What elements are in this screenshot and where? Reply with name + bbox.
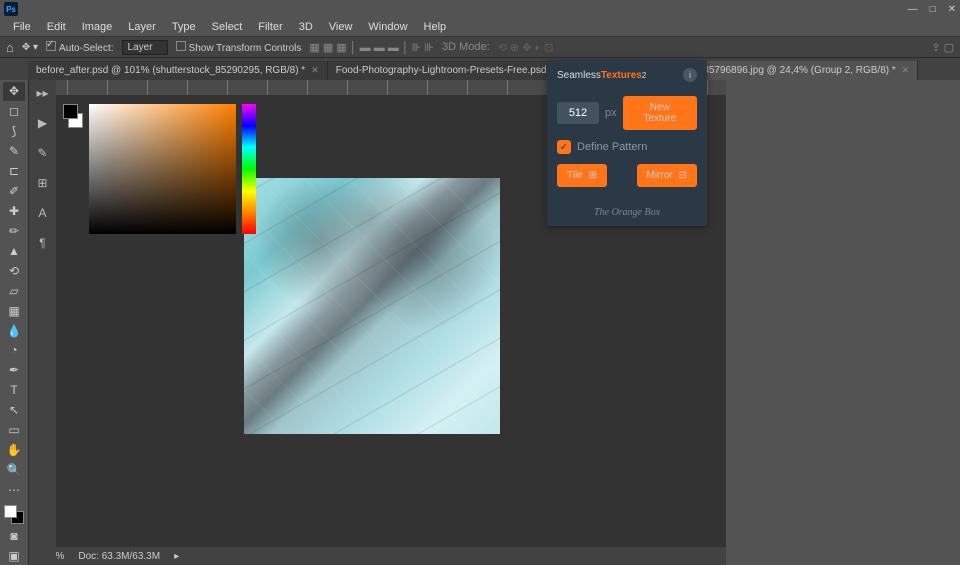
clone-panel-icon[interactable]: ⊞ bbox=[34, 174, 52, 192]
status-arrow-icon[interactable]: ▸ bbox=[174, 551, 179, 562]
size-input[interactable] bbox=[557, 102, 599, 124]
seamless-textures-panel[interactable]: SeamlessTextures2 i px New Texture ✓ Def… bbox=[547, 60, 707, 226]
tile-icon: ⊞ bbox=[589, 170, 597, 181]
3d-mode-label: 3D Mode: bbox=[442, 41, 490, 53]
tile-button[interactable]: Tile ⊞ bbox=[557, 164, 607, 187]
menu-layer[interactable]: Layer bbox=[121, 19, 163, 35]
menu-view[interactable]: View bbox=[322, 19, 360, 35]
history-brush-tool[interactable]: ⟲ bbox=[3, 261, 25, 280]
tab-label: before_after.psd @ 101% (shutterstock_85… bbox=[36, 65, 305, 76]
show-transform-checkbox[interactable] bbox=[176, 41, 186, 51]
plugin-version: 2 bbox=[642, 71, 646, 80]
marquee-tool[interactable]: ◻ bbox=[3, 102, 25, 121]
plugin-title-2: Textures bbox=[601, 70, 642, 81]
gradient-tool[interactable]: ▦ bbox=[3, 301, 25, 320]
blur-tool[interactable]: 💧 bbox=[3, 321, 25, 340]
doc-size[interactable]: Doc: 63.3M/63.3M bbox=[78, 551, 160, 562]
menu-edit[interactable]: Edit bbox=[40, 19, 73, 35]
menu-window[interactable]: Window bbox=[361, 19, 414, 35]
brush-panel-icon[interactable]: ✎ bbox=[34, 144, 52, 162]
new-texture-button[interactable]: New Texture bbox=[623, 96, 697, 130]
healing-tool[interactable]: ✚ bbox=[3, 202, 25, 221]
move-tool[interactable]: ✥ bbox=[3, 82, 25, 101]
panel-expand-icon[interactable]: ▸▸ bbox=[34, 84, 52, 102]
mirror-button[interactable]: Mirror ⊟ bbox=[637, 164, 698, 187]
menu-select[interactable]: Select bbox=[205, 19, 250, 35]
plugin-title-1: Seamless bbox=[557, 70, 601, 81]
tab-close-icon[interactable]: ✕ bbox=[902, 65, 910, 76]
show-transform-label: Show Transform Controls bbox=[189, 43, 302, 54]
mirror-label: Mirror bbox=[647, 170, 673, 181]
eyedropper-tool[interactable]: ✐ bbox=[3, 182, 25, 201]
status-bar: 24,4% Doc: 63.3M/63.3M ▸ bbox=[28, 547, 726, 565]
path-tool[interactable]: ↖ bbox=[3, 401, 25, 420]
align-icons[interactable]: ▦ ▦ ▦ │ ▬ ▬ ▬ │ ⊪ ⊪ bbox=[309, 41, 434, 54]
window-minimize[interactable]: — bbox=[908, 4, 918, 15]
tab-close-icon[interactable]: ✕ bbox=[311, 65, 319, 76]
auto-select-mode[interactable]: Layer bbox=[122, 40, 168, 55]
hand-tool[interactable]: ✋ bbox=[3, 441, 25, 460]
quick-select-tool[interactable]: ✎ bbox=[3, 142, 25, 161]
foreground-background-color[interactable] bbox=[3, 504, 25, 525]
zoom-tool[interactable]: 🔍 bbox=[3, 461, 25, 480]
pen-tool[interactable]: ✒ bbox=[3, 361, 25, 380]
home-icon[interactable]: ⌂ bbox=[6, 40, 14, 55]
quick-mask[interactable]: ◙ bbox=[3, 526, 25, 545]
menu-help[interactable]: Help bbox=[417, 19, 454, 35]
define-pattern-label: Define Pattern bbox=[577, 141, 647, 153]
tool-palette: ✥ ◻ ⟆ ✎ ⊏ ✐ ✚ ✏ ▲ ⟲ ▱ ▦ 💧 ◔ ✒ T ↖ ▭ ✋ 🔍 … bbox=[0, 80, 28, 565]
app-logo: Ps bbox=[4, 2, 18, 16]
collapsed-panels: ▸▸ ▶ ✎ ⊞ A ¶ bbox=[28, 80, 56, 565]
window-maximize[interactable]: □ bbox=[930, 4, 936, 15]
info-icon[interactable]: i bbox=[683, 68, 697, 82]
lasso-tool[interactable]: ⟆ bbox=[3, 122, 25, 141]
define-pattern-checkbox[interactable]: ✓ bbox=[557, 140, 571, 154]
mirror-icon: ⊟ bbox=[679, 170, 687, 181]
menu-file[interactable]: File bbox=[6, 19, 38, 35]
options-bar: ⌂ ✥ ▾ Auto-Select: Layer Show Transform … bbox=[0, 36, 960, 58]
tile-label: Tile bbox=[567, 170, 583, 181]
move-tool-icon[interactable]: ✥ ▾ bbox=[22, 42, 38, 53]
color-panel bbox=[57, 98, 262, 243]
color-field[interactable] bbox=[89, 104, 236, 234]
px-label: px bbox=[605, 107, 617, 119]
shape-tool[interactable]: ▭ bbox=[3, 421, 25, 440]
edit-toolbar[interactable]: ⋯ bbox=[3, 480, 25, 499]
type-tool[interactable]: T bbox=[3, 381, 25, 400]
plugin-brand: The Orange Box bbox=[547, 207, 707, 226]
stamp-tool[interactable]: ▲ bbox=[3, 241, 25, 260]
auto-select-label: Auto-Select: bbox=[59, 43, 113, 54]
window-close[interactable]: ✕ bbox=[948, 4, 956, 15]
menu-bar: File Edit Image Layer Type Select Filter… bbox=[0, 18, 960, 36]
tab-0[interactable]: before_after.psd @ 101% (shutterstock_85… bbox=[28, 61, 328, 80]
char-panel-icon[interactable]: A bbox=[34, 204, 52, 222]
hue-slider[interactable] bbox=[242, 104, 256, 234]
menu-filter[interactable]: Filter bbox=[251, 19, 289, 35]
document-tabs: before_after.psd @ 101% (shutterstock_85… bbox=[0, 58, 960, 80]
fg-bg-swatch[interactable] bbox=[63, 104, 83, 136]
menu-3d[interactable]: 3D bbox=[292, 19, 320, 35]
para-panel-icon[interactable]: ¶ bbox=[34, 234, 52, 252]
brush-tool[interactable]: ✏ bbox=[3, 221, 25, 240]
3d-icons[interactable]: ⟲ ⊕ ✥ ◐ ⊡ bbox=[498, 41, 554, 54]
menu-image[interactable]: Image bbox=[75, 19, 120, 35]
auto-select-checkbox[interactable] bbox=[46, 41, 56, 51]
share-icon[interactable]: ⇪ ▢ bbox=[931, 41, 954, 54]
eraser-tool[interactable]: ▱ bbox=[3, 281, 25, 300]
dodge-tool[interactable]: ◔ bbox=[3, 341, 25, 360]
screen-mode[interactable]: ▣ bbox=[3, 546, 25, 565]
crop-tool[interactable]: ⊏ bbox=[3, 162, 25, 181]
menu-type[interactable]: Type bbox=[165, 19, 203, 35]
document-canvas[interactable] bbox=[244, 178, 500, 434]
history-panel-icon[interactable]: ▶ bbox=[34, 114, 52, 132]
new-texture-label: New Texture bbox=[633, 102, 687, 124]
